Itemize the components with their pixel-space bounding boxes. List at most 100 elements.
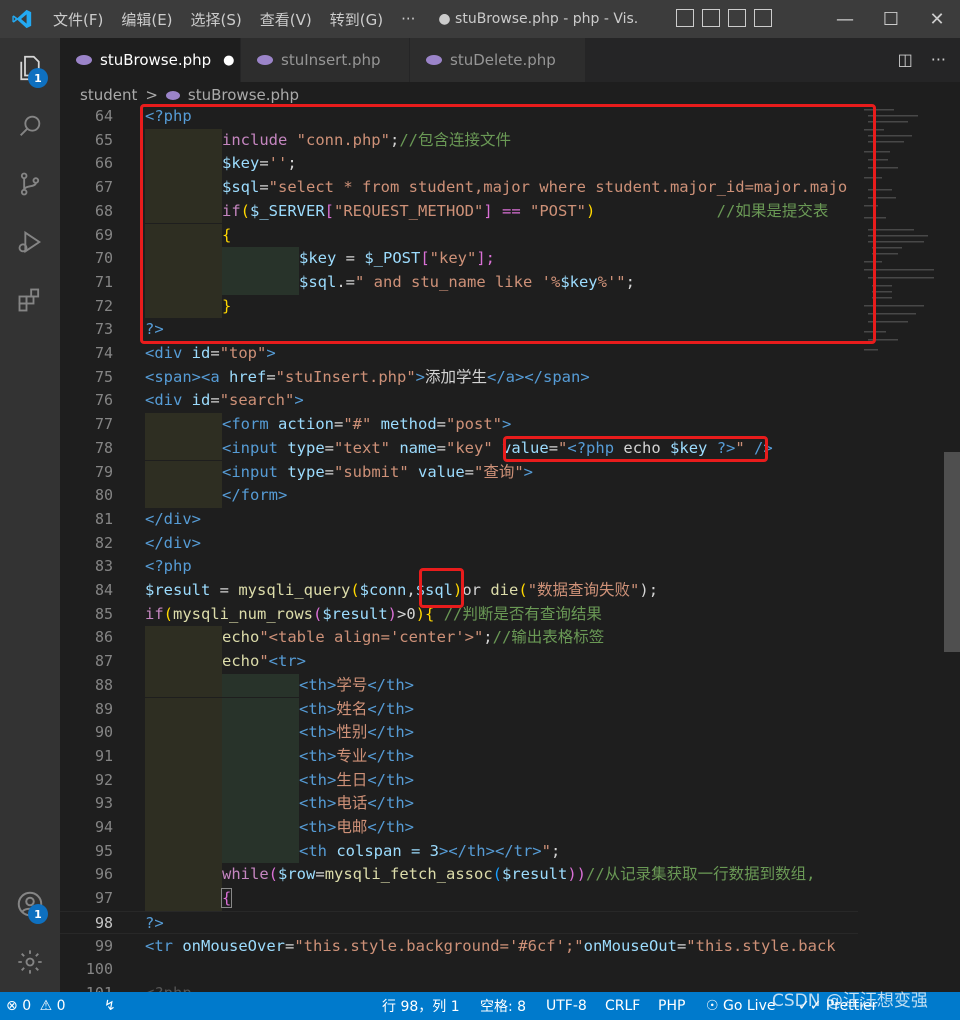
code-line: 77 <form action="#" method="post"> bbox=[60, 413, 858, 437]
end-of-line[interactable]: CRLF bbox=[605, 998, 640, 1014]
code-line: 86 echo"<table align='center'>";//输出表格标签 bbox=[60, 626, 858, 651]
extensions-icon[interactable] bbox=[12, 282, 48, 318]
code-text: </form> bbox=[222, 486, 288, 505]
line-number: 93 bbox=[94, 794, 113, 813]
code-text: </div> bbox=[145, 533, 201, 552]
line-number: 91 bbox=[94, 746, 113, 765]
line-number: 94 bbox=[94, 818, 113, 836]
scrollbar-thumb[interactable] bbox=[944, 452, 960, 652]
line-number: 83 bbox=[94, 557, 113, 576]
line-number: 74 bbox=[94, 344, 113, 362]
line-number: 85 bbox=[94, 604, 113, 623]
php-file-icon bbox=[257, 55, 273, 65]
menu-view[interactable]: 查看(V) bbox=[251, 9, 321, 30]
cursor-position[interactable]: 行 98，列 1 bbox=[382, 996, 460, 1016]
toggle-panel-icon[interactable] bbox=[702, 9, 720, 27]
menu-more[interactable]: ··· bbox=[392, 10, 424, 28]
menu-file[interactable]: 文件(F) bbox=[44, 9, 112, 30]
tab-stubrowse[interactable]: stuBrowse.php ● bbox=[60, 38, 240, 82]
minimize-icon[interactable]: — bbox=[822, 0, 868, 38]
menu-selection[interactable]: 选择(S) bbox=[182, 9, 251, 30]
code-text: <form action="#" method="post"> bbox=[222, 415, 512, 434]
tab-stuinsert[interactable]: stuInsert.php bbox=[241, 38, 409, 82]
toggle-secondary-sidebar-icon[interactable] bbox=[728, 9, 746, 27]
encoding[interactable]: UTF-8 bbox=[546, 998, 587, 1014]
line-number: 76 bbox=[94, 391, 113, 410]
highlight-box-php-block bbox=[140, 104, 876, 344]
breadcrumb-file[interactable]: stuBrowse.php bbox=[188, 86, 299, 104]
code-text: </div> bbox=[145, 509, 201, 528]
code-text: if(mysqli_num_rows($result)>0){ //判断是否有查… bbox=[145, 604, 602, 623]
lightning-icon[interactable]: ↯ bbox=[104, 998, 116, 1014]
code-line: 89 <th>姓名</th> bbox=[60, 697, 858, 722]
menu-edit[interactable]: 编辑(E) bbox=[112, 9, 181, 30]
line-number: 87 bbox=[94, 652, 113, 671]
code-text: <span><a href="stuInsert.php">添加学生</a></… bbox=[145, 367, 590, 386]
line-number: 100 bbox=[85, 960, 113, 979]
code-line: 100 bbox=[60, 958, 858, 982]
line-number: 101 bbox=[60, 982, 113, 992]
settings-gear-icon[interactable] bbox=[12, 944, 48, 980]
line-number: 66 bbox=[94, 154, 113, 173]
explorer-badge: 1 bbox=[28, 68, 48, 88]
modified-dot-icon[interactable]: ● bbox=[223, 53, 234, 68]
code-line-current: 98 ?> bbox=[60, 910, 858, 935]
code-line: 74 <div id="top"> bbox=[60, 342, 858, 366]
source-control-icon[interactable] bbox=[12, 166, 48, 202]
line-number: 64 bbox=[94, 107, 113, 125]
problems-indicator[interactable]: ⊗ 0 ⚠ 0 bbox=[6, 998, 66, 1014]
close-icon[interactable]: ✕ bbox=[914, 0, 960, 38]
customize-layout-icon[interactable] bbox=[754, 9, 772, 27]
vscode-logo-icon bbox=[0, 0, 44, 38]
go-live-button[interactable]: ☉ Go Live bbox=[706, 998, 775, 1014]
code-line: 94 <th>电邮</th> bbox=[60, 816, 858, 840]
code-text: <div id="top"> bbox=[145, 344, 276, 362]
code-text: <input type="submit" value="查询"> bbox=[222, 462, 534, 481]
php-file-icon bbox=[165, 90, 180, 100]
code-line: 96 while($row=mysqli_fetch_assoc($result… bbox=[60, 863, 858, 888]
code-text: <th>电邮</th> bbox=[299, 818, 415, 836]
maximize-icon[interactable]: ☐ bbox=[868, 0, 914, 38]
code-text: <th>姓名</th> bbox=[299, 699, 415, 718]
code-text: <th>学号</th> bbox=[299, 675, 415, 694]
breadcrumb-folder[interactable]: student bbox=[80, 86, 137, 104]
more-actions-icon[interactable]: ··· bbox=[931, 50, 946, 69]
accounts-badge: 1 bbox=[28, 904, 48, 924]
code-text: while($row=mysqli_fetch_assoc($result))/… bbox=[222, 865, 816, 884]
line-number: 77 bbox=[94, 415, 113, 434]
line-number: 65 bbox=[94, 130, 113, 149]
line-number: 68 bbox=[94, 201, 113, 220]
code-line: 82 </div> bbox=[60, 532, 858, 556]
code-line: 80 </form> bbox=[60, 484, 858, 508]
code-line: 79 <input type="submit" value="查询"> bbox=[60, 460, 858, 485]
code-text: <tr onMouseOver="this.style.background='… bbox=[145, 936, 836, 955]
code-line: 97 { bbox=[60, 887, 858, 911]
menu-go[interactable]: 转到(G) bbox=[321, 9, 392, 30]
indentation[interactable]: 空格: 8 bbox=[480, 996, 526, 1016]
line-number: 79 bbox=[94, 462, 113, 481]
code-text: <th>生日</th> bbox=[299, 770, 415, 789]
line-number: 88 bbox=[94, 675, 113, 694]
split-editor-icon[interactable]: ◫ bbox=[898, 50, 913, 69]
editor-tab-bar: stuBrowse.php ● stuInsert.php stuDelete.… bbox=[60, 38, 960, 82]
php-file-icon bbox=[76, 55, 92, 65]
code-text: $result = mysqli_query($conn,$sql)or die… bbox=[145, 581, 659, 599]
run-debug-icon[interactable] bbox=[12, 224, 48, 260]
search-icon[interactable] bbox=[12, 108, 48, 144]
line-number: 86 bbox=[94, 628, 113, 647]
line-number: 67 bbox=[94, 178, 113, 197]
language-mode[interactable]: PHP bbox=[658, 998, 685, 1014]
line-number: 92 bbox=[94, 770, 113, 789]
code-text: <th>专业</th> bbox=[299, 746, 415, 765]
code-line: 88 <th>学号</th> bbox=[60, 673, 858, 698]
watermark: CSDN @汪汪想变强 bbox=[772, 991, 928, 1011]
code-text: <th>电话</th> bbox=[299, 794, 415, 813]
tab-studelete[interactable]: stuDelete.php bbox=[410, 38, 585, 82]
code-text: <th>性别</th> bbox=[299, 723, 415, 742]
toggle-sidebar-icon[interactable] bbox=[676, 9, 694, 27]
tab-label: stuInsert.php bbox=[281, 51, 381, 69]
code-text: <?php bbox=[145, 982, 192, 992]
tab-label: stuDelete.php bbox=[450, 51, 556, 69]
code-text: echo"<tr> bbox=[222, 652, 306, 671]
line-number: 80 bbox=[94, 486, 113, 505]
